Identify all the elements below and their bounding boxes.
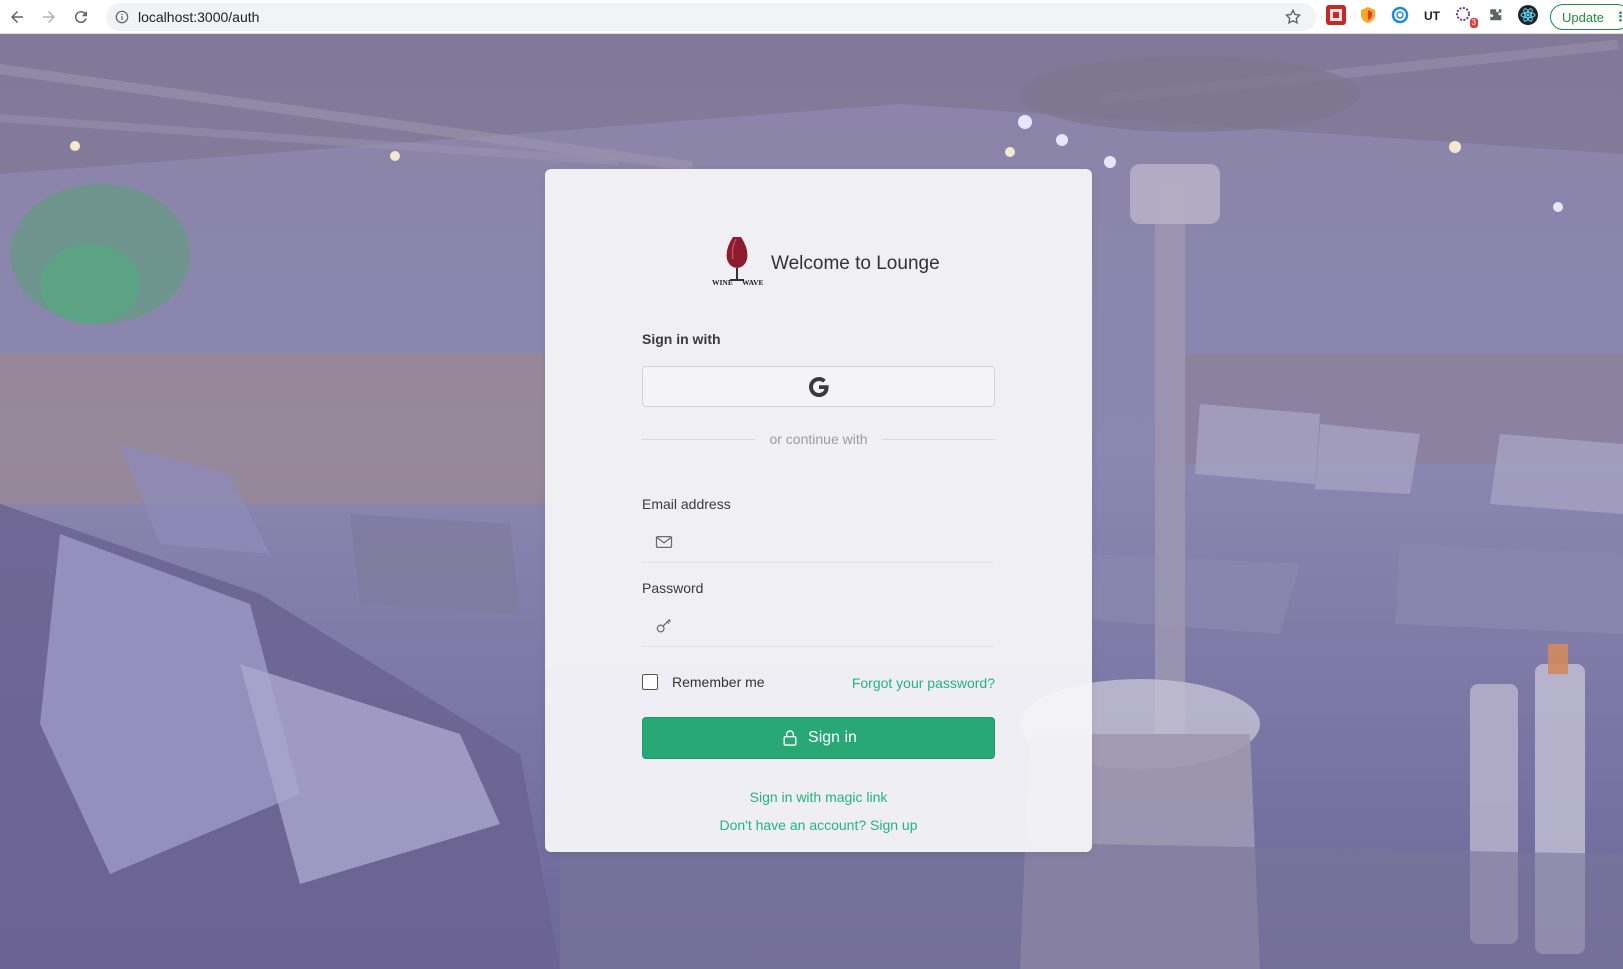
puzzle-icon[interactable]	[1486, 5, 1506, 25]
extensions-area: UT 3	[1326, 5, 1550, 28]
svg-text:WAVE: WAVE	[742, 278, 764, 287]
email-field-wrapper	[642, 521, 995, 563]
address-bar[interactable]: localhost:3000/auth	[106, 3, 1316, 31]
extension-red-icon[interactable]	[1326, 5, 1346, 25]
forgot-password-link[interactable]: Forgot your password?	[852, 675, 995, 691]
extension-ring-icon[interactable]	[1390, 5, 1410, 25]
extension-badge-icon[interactable]: 3	[1454, 5, 1478, 28]
wine-wave-logo: WINE WAVE	[712, 237, 764, 287]
key-icon	[656, 618, 672, 632]
update-label: Update	[1562, 9, 1604, 25]
menu-icon[interactable]: ⋮	[1614, 9, 1623, 25]
lock-icon	[783, 730, 797, 746]
extension-react-icon[interactable]	[1518, 5, 1538, 25]
extension-badge-count: 3	[1469, 18, 1478, 28]
remember-me[interactable]: Remember me	[642, 674, 765, 690]
remember-me-label[interactable]: Remember me	[672, 674, 765, 690]
divider-line-left	[642, 438, 756, 440]
browser-toolbar: localhost:3000/auth UT 3 Update ⋮	[0, 0, 1623, 34]
divider: or continue with	[642, 429, 995, 449]
mail-icon	[655, 535, 673, 548]
remember-me-checkbox[interactable]	[642, 674, 658, 690]
extension-ut-icon[interactable]: UT	[1422, 5, 1442, 25]
reload-icon[interactable]	[66, 2, 96, 32]
url-text[interactable]: localhost:3000/auth	[138, 9, 259, 25]
update-button[interactable]: Update ⋮	[1550, 4, 1623, 30]
auth-card: WINE WAVE Welcome to Lounge Sign in with…	[545, 169, 1092, 852]
google-icon	[808, 376, 829, 397]
password-label: Password	[642, 580, 704, 596]
email-label: Email address	[642, 496, 731, 512]
star-icon[interactable]	[1284, 8, 1302, 26]
info-icon[interactable]	[114, 9, 130, 25]
google-sign-in-button[interactable]	[642, 366, 995, 407]
svg-text:UT: UT	[1424, 9, 1441, 23]
password-field-wrapper	[642, 605, 995, 647]
sign-in-label: Sign in	[808, 729, 857, 746]
extension-shield-icon[interactable]	[1358, 5, 1378, 25]
back-icon[interactable]	[2, 2, 32, 32]
sign-in-with-label: Sign in with	[642, 331, 721, 347]
brand-header: WINE WAVE Welcome to Lounge	[711, 233, 940, 289]
divider-text: or continue with	[769, 431, 868, 447]
page-background: WINE WAVE Welcome to Lounge Sign in with…	[0, 34, 1623, 969]
sign-up-link[interactable]: Don't have an account? Sign up	[545, 817, 1092, 833]
forward-icon[interactable]	[34, 2, 64, 32]
magic-link[interactable]: Sign in with magic link	[545, 789, 1092, 805]
email-field[interactable]	[684, 521, 995, 562]
welcome-title: Welcome to Lounge	[771, 253, 940, 274]
divider-line-right	[881, 438, 995, 440]
sign-in-button[interactable]: Sign in	[642, 717, 995, 759]
password-field[interactable]	[684, 605, 995, 646]
svg-text:WINE: WINE	[712, 278, 733, 287]
